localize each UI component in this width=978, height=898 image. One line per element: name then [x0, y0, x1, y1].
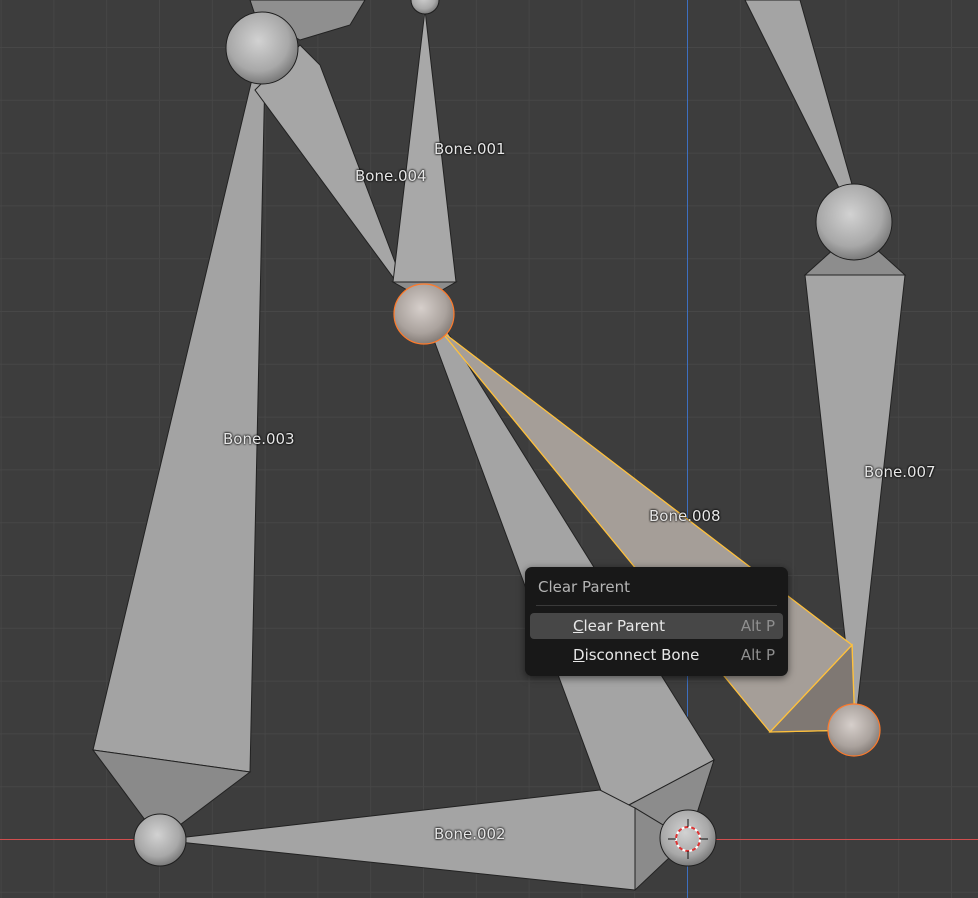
clear-parent-menu: Clear Parent Clear Parent Alt P Disconne… — [525, 567, 788, 676]
menu-item-label: Clear Parent — [573, 617, 666, 635]
bone-label-007: Bone.007 — [864, 463, 936, 481]
joint-top-small[interactable] — [410, 0, 440, 15]
menu-item-label: Disconnect Bone — [573, 646, 700, 664]
menu-title: Clear Parent — [538, 578, 631, 596]
joint-tail-selected[interactable] — [827, 703, 881, 757]
bone-label-004: Bone.004 — [355, 167, 427, 185]
menu-item-clear-parent[interactable]: Clear Parent Alt P — [530, 613, 783, 639]
joint-active-head[interactable] — [393, 283, 455, 345]
bone-label-003: Bone.003 — [223, 430, 295, 448]
menu-separator — [536, 605, 777, 606]
bone-label-008: Bone.008 — [649, 507, 721, 525]
joint-bottom-left[interactable] — [133, 813, 187, 867]
menu-item-shortcut: Alt P — [740, 617, 775, 635]
bone-003[interactable] — [91, 56, 266, 841]
joint-top-right[interactable] — [815, 183, 893, 261]
bone-label-002: Bone.002 — [434, 825, 506, 843]
bone-label-001: Bone.001 — [434, 140, 506, 158]
joint-top-left[interactable] — [225, 11, 299, 85]
menu-item-shortcut: Alt P — [740, 646, 775, 664]
3d-viewport[interactable] — [0, 0, 978, 898]
menu-item-disconnect-bone[interactable]: Disconnect Bone Alt P — [530, 642, 783, 668]
